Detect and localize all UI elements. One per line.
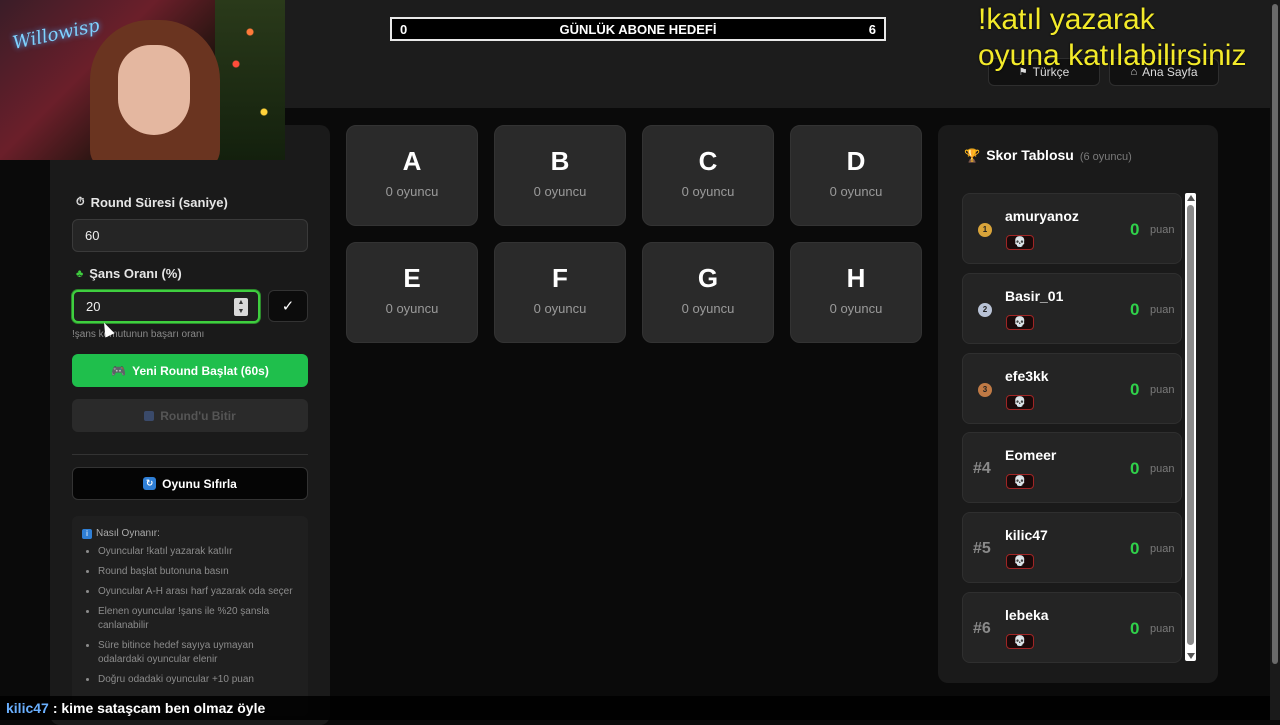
score-unit: puan <box>1150 543 1175 555</box>
subscriber-goal-bar: 0 GÜNLÜK ABONE HEDEFİ 6 <box>390 17 886 41</box>
reset-game-button[interactable]: ↻ Oyunu Sıfırla <box>72 467 308 500</box>
scroll-up-arrow-icon[interactable] <box>1187 195 1195 201</box>
howto-item: Round başlat butonuna basın <box>98 565 298 579</box>
chance-label: ♣ Şans Oranı (%) <box>76 266 182 281</box>
player-name: Basir_01 <box>1005 288 1064 304</box>
score-unit: puan <box>1150 463 1175 475</box>
chat-text: : kime sataşcam ben olmaz öyle <box>52 700 266 716</box>
gamepad-icon: 🎮 <box>111 363 127 378</box>
trophy-icon: 🏆 <box>964 148 981 163</box>
clover-icon: ♣ <box>76 267 84 280</box>
score-row: 1 amuryanoz 💀 0 puan <box>962 193 1182 264</box>
streamer-logo: Willowisp <box>10 15 102 54</box>
player-score: 0 <box>1130 459 1140 478</box>
room-card-c[interactable]: C0 oyuncu <box>642 125 774 226</box>
how-to-play-box: i Nasıl Oynanır: Oyuncular !katıl yazara… <box>72 516 308 716</box>
chance-input[interactable]: 20 ▲ ▼ <box>72 290 260 323</box>
skull-icon: 💀 <box>1006 634 1034 649</box>
howto-title: Nasıl Oynanır: <box>96 528 160 539</box>
player-rank: #4 <box>973 459 991 477</box>
scoreboard-title: 🏆 Skor Tablosu (6 oyuncu) <box>964 147 1132 163</box>
stop-icon <box>144 410 155 421</box>
player-score: 0 <box>1130 380 1140 399</box>
scoreboard-scrollbar[interactable] <box>1185 193 1196 661</box>
end-round-button[interactable]: Round'u Bitir <box>72 399 308 432</box>
room-card-a[interactable]: A0 oyuncu <box>346 125 478 226</box>
room-card-f[interactable]: F0 oyuncu <box>494 242 626 343</box>
player-name: kilic47 <box>1005 527 1048 543</box>
howto-item: Oyuncular !katıl yazarak katılır <box>98 545 298 559</box>
gold-medal-icon: 1 <box>978 222 992 237</box>
howto-item: Oyuncular A-H arası harf yazarak oda seç… <box>98 585 298 599</box>
room-card-g[interactable]: G0 oyuncu <box>642 242 774 343</box>
goal-label: GÜNLÜK ABONE HEDEFİ <box>559 21 717 37</box>
room-card-d[interactable]: D0 oyuncu <box>790 125 922 226</box>
howto-item: Süre bitince hedef sayıya uymayan odalar… <box>98 639 298 667</box>
page-scrollbar-thumb[interactable] <box>1272 4 1278 664</box>
player-rank: #5 <box>973 539 991 557</box>
page-scrollbar[interactable] <box>1270 0 1280 720</box>
room-card-h[interactable]: H0 oyuncu <box>790 242 922 343</box>
player-name: Eomeer <box>1005 447 1057 463</box>
info-icon: i <box>82 528 92 539</box>
room-card-b[interactable]: B0 oyuncu <box>494 125 626 226</box>
skull-icon: 💀 <box>1006 395 1034 410</box>
start-round-button[interactable]: 🎮 Yeni Round Başlat (60s) <box>72 354 308 387</box>
score-row: #5 kilic47 💀 0 puan <box>962 512 1182 583</box>
divider <box>72 454 308 455</box>
howto-item: Elenen oyuncular !şans ile %20 şansla ca… <box>98 605 298 633</box>
score-unit: puan <box>1150 623 1175 635</box>
skull-icon: 💀 <box>1006 235 1034 250</box>
score-row: 2 Basir_01 💀 0 puan <box>962 273 1182 344</box>
player-name: amuryanoz <box>1005 208 1079 224</box>
score-unit: puan <box>1150 224 1175 236</box>
chat-username: kilic47 <box>6 700 49 716</box>
player-score: 0 <box>1130 300 1140 319</box>
chat-message: kilic47 : kime sataşcam ben olmaz öyle <box>0 696 1270 720</box>
reset-icon: ↻ <box>143 477 157 490</box>
round-time-input[interactable]: 60 <box>72 219 308 252</box>
player-rank: #6 <box>973 619 991 637</box>
score-unit: puan <box>1150 384 1175 396</box>
timer-icon: ⏱ <box>76 196 85 208</box>
player-name: lebeka <box>1005 607 1049 623</box>
bronze-medal-icon: 3 <box>978 382 992 397</box>
confirm-chance-button[interactable]: ✓ <box>268 290 308 322</box>
score-unit: puan <box>1150 304 1175 316</box>
christmas-tree <box>215 0 285 160</box>
player-score: 0 <box>1130 539 1140 558</box>
skull-icon: 💀 <box>1006 315 1034 330</box>
howto-item: Doğru odadaki oyuncular +10 puan <box>98 673 298 687</box>
join-instruction-overlay: !katıl yazarak oyuna katılabilirsiniz <box>978 3 1247 72</box>
room-card-e[interactable]: E0 oyuncu <box>346 242 478 343</box>
skull-icon: 💀 <box>1006 474 1034 489</box>
player-name: efe3kk <box>1005 368 1049 384</box>
player-count: (6 oyuncu) <box>1079 151 1132 163</box>
scroll-down-arrow-icon[interactable] <box>1187 653 1195 659</box>
player-score: 0 <box>1130 220 1140 239</box>
skull-icon: 💀 <box>1006 554 1034 569</box>
score-row: 3 efe3kk 💀 0 puan <box>962 353 1182 424</box>
goal-target: 6 <box>868 21 876 37</box>
silver-medal-icon: 2 <box>978 302 992 317</box>
number-spinner[interactable]: ▲ ▼ <box>234 298 248 316</box>
score-row: #6 lebeka 💀 0 puan <box>962 592 1182 663</box>
player-score: 0 <box>1130 619 1140 638</box>
score-row: #4 Eomeer 💀 0 puan <box>962 432 1182 503</box>
chance-hint: !şans komutunun başarı oranı <box>72 329 205 340</box>
scrollbar-thumb[interactable] <box>1187 205 1194 645</box>
webcam-overlay: Willowisp <box>0 0 285 160</box>
round-time-label: ⏱ Round Süresi (saniye) <box>76 195 228 210</box>
